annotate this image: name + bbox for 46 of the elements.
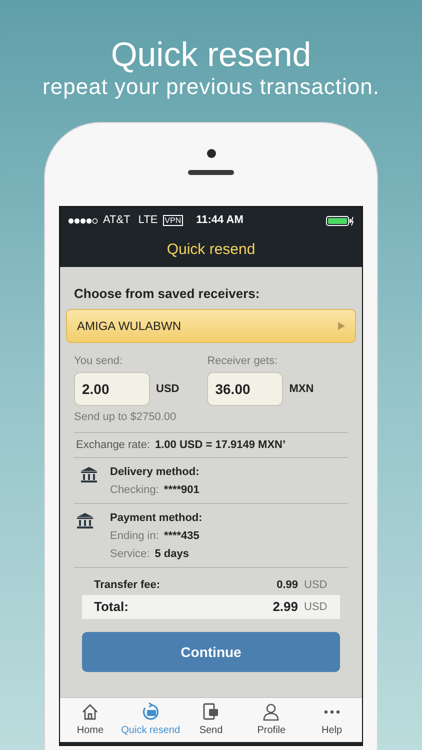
more-icon bbox=[324, 710, 340, 714]
network-label: LTE bbox=[138, 213, 158, 228]
resend-icon bbox=[140, 702, 161, 722]
clock: 11:44 AM bbox=[196, 213, 244, 228]
currency-label: MXN bbox=[289, 382, 314, 397]
carrier-label: AT&T bbox=[103, 213, 130, 228]
exchange-rate-value: 1.00 USD = 17.9149 MXN’ bbox=[155, 438, 286, 452]
battery-icon bbox=[326, 216, 354, 226]
field-label: Receiver gets: bbox=[207, 354, 279, 368]
currency-label: USD bbox=[156, 382, 180, 397]
headline: Quick resend bbox=[110, 36, 312, 74]
signal-icon bbox=[68, 218, 98, 224]
detail-label: Service: bbox=[110, 548, 150, 561]
speaker-slit bbox=[188, 170, 234, 175]
subheadline: repeat your previous transaction. bbox=[42, 74, 380, 100]
total-amount: 2.99 bbox=[272, 598, 298, 616]
vpn-badge: VPN bbox=[162, 215, 184, 226]
caret-icon bbox=[338, 322, 345, 330]
tab[interactable]: Help bbox=[302, 698, 362, 742]
detail-label: Ending in: bbox=[110, 530, 159, 543]
send-limit-note: Send up to $2750.00 bbox=[74, 410, 178, 425]
fee-label: Transfer fee: bbox=[94, 578, 162, 593]
screen-title: Quick resend bbox=[166, 240, 256, 260]
method-title: Delivery method: bbox=[110, 466, 200, 479]
method-title: Payment method: bbox=[110, 512, 202, 525]
field-label: You send: bbox=[74, 354, 124, 368]
amount-field[interactable]: 2.00 bbox=[74, 372, 150, 406]
continue-button[interactable]: Continue bbox=[82, 632, 340, 672]
detail-value: 5 days bbox=[154, 548, 189, 561]
detail-label: Checking: bbox=[110, 484, 159, 497]
fee-amount: 0.99 bbox=[276, 578, 298, 593]
profile-icon bbox=[261, 702, 282, 722]
tab[interactable]: Home bbox=[60, 698, 120, 742]
detail-value: ****901 bbox=[164, 484, 200, 497]
amount-field[interactable]: 36.00 bbox=[207, 372, 284, 406]
bank-icon bbox=[80, 466, 98, 483]
section-label: Choose from saved receivers: bbox=[74, 286, 261, 302]
bank-icon bbox=[76, 512, 94, 529]
exchange-rate-label: Exchange rate: bbox=[76, 438, 150, 452]
currency-label: USD bbox=[304, 600, 328, 615]
tab[interactable]: Send bbox=[180, 698, 242, 742]
tab[interactable]: Profile bbox=[241, 698, 302, 742]
total-label: Total: bbox=[94, 598, 130, 616]
currency-label: USD bbox=[304, 578, 328, 593]
receiver-dropdown[interactable]: AMIGA WULABWN bbox=[66, 309, 356, 343]
detail-value: ****435 bbox=[164, 530, 200, 543]
